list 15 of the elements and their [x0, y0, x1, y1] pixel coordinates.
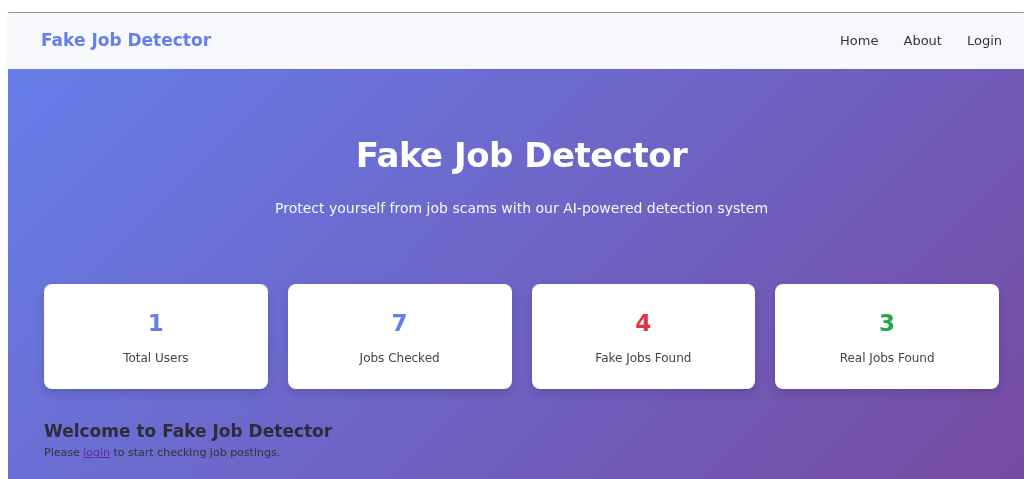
stat-label: Real Jobs Found — [839, 349, 935, 367]
stat-value: 4 — [635, 309, 652, 339]
nav-link[interactable]: Home — [840, 31, 879, 51]
stat-value: 1 — [147, 309, 164, 339]
nav-link[interactable]: About — [903, 31, 942, 51]
hero-subtitle: Protect yourself from job scams with our AI-powered detection system — [274, 198, 769, 218]
nav-link[interactable]: Login — [966, 31, 1002, 51]
welcome-heading: Welcome to Fake Job Detector — [44, 420, 334, 442]
welcome-text: Please login to start checking job postings. — [44, 445, 282, 462]
stat-value: 7 — [391, 309, 408, 339]
stat-label: Total Users — [123, 349, 189, 367]
stat-value: 3 — [879, 309, 896, 339]
hero-title: Fake Job Detector — [354, 135, 689, 176]
stat-label: Fake Jobs Found — [595, 349, 692, 367]
stat-label: Jobs Checked — [359, 349, 440, 367]
